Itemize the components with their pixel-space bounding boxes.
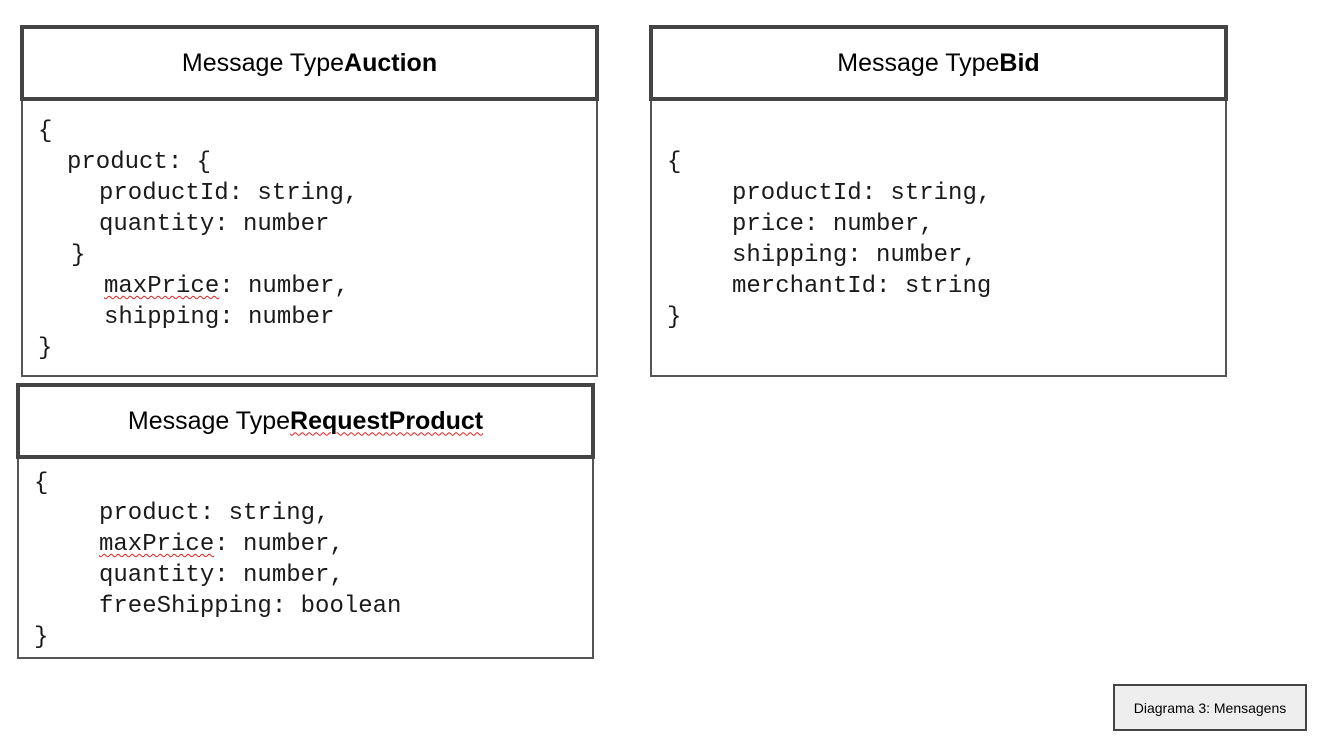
diagram-caption: Diagrama 3: Mensagens: [1113, 684, 1307, 731]
auction-header-prefix: Message Type: [181, 48, 345, 77]
auction-max-price-key: maxPrice: [104, 273, 220, 300]
request-product-code-quantity: quantity: number,: [99, 562, 344, 589]
bid-code-shipping: shipping: number,: [732, 242, 977, 269]
auction-code-close: }: [38, 335, 53, 362]
bid-code-price: price: number,: [732, 211, 934, 238]
auction-code-shipping: shipping: number: [104, 304, 335, 331]
auction-code-product-close: }: [71, 242, 86, 269]
request-product-code-product: product: string,: [99, 500, 330, 527]
auction-code-quantity: quantity: number: [99, 211, 330, 238]
bid-header-prefix: Message Type: [837, 48, 1000, 77]
request-product-code-free-shipping: freeShipping: boolean: [99, 593, 402, 620]
request-product-header-name: RequestProduct: [290, 406, 484, 435]
auction-header-name: Auction: [344, 48, 438, 77]
bid-header-name: Bid: [999, 48, 1040, 77]
auction-code-product-id: productId: string,: [99, 180, 359, 207]
auction-code-open: {: [38, 118, 53, 145]
bid-code-close: }: [667, 304, 682, 331]
auction-code-product-open: product: {: [67, 149, 212, 176]
auction-code-max-price: maxPrice: number,: [104, 271, 349, 302]
request-product-code-open: {: [34, 470, 49, 497]
request-product-header-prefix: Message Type: [127, 406, 291, 435]
request-product-code-max-price: maxPrice: number,: [99, 529, 344, 560]
request-product-code-close: }: [34, 624, 49, 651]
bid-code-product-id: productId: string,: [732, 180, 992, 207]
auction-message-header: Message Type Auction: [20, 25, 599, 101]
bid-code-open: {: [667, 149, 682, 176]
request-product-max-price-key: maxPrice: [99, 531, 215, 558]
auction-max-price-rest: : number,: [219, 273, 349, 300]
bid-message-header: Message Type Bid: [649, 25, 1228, 101]
bid-code-merchant-id: merchantId: string: [732, 273, 992, 300]
request-product-message-header: Message Type RequestProduct: [16, 383, 595, 459]
request-product-max-price-rest: : number,: [214, 531, 344, 558]
